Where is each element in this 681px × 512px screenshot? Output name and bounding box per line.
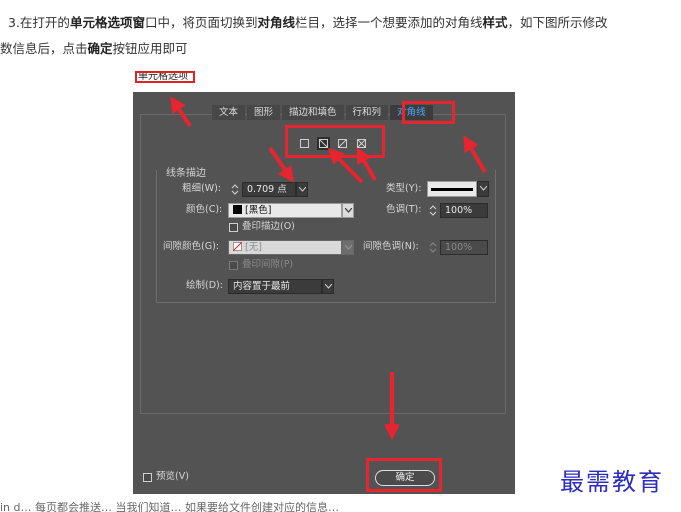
type-select[interactable] <box>427 181 477 197</box>
dialog-footer: 预览(V) 确定 <box>133 452 515 494</box>
bold-text: 对角线 <box>257 15 295 30</box>
tint-stepper[interactable] <box>427 203 439 218</box>
tab-text[interactable]: 文本 <box>212 105 246 120</box>
color-dropdown[interactable] <box>342 203 354 218</box>
weight-input[interactable]: 0.709 点 <box>242 182 296 197</box>
diagonal-style-row <box>285 125 385 158</box>
text: 栏目，选择一个想要添加的对角线 <box>294 15 483 30</box>
text: ，如下图所示修改 <box>507 15 608 30</box>
overprint-gap-label: 叠印间隙(P) <box>242 259 294 270</box>
gap-tint-stepper[interactable] <box>427 240 439 255</box>
weight-stepper[interactable] <box>229 182 241 197</box>
color-value: [黑色] <box>245 205 272 216</box>
no-diagonal-button[interactable] <box>298 137 311 150</box>
diagonal-cross-icon <box>357 139 366 148</box>
text: 口中，将页面切换到 <box>144 15 258 30</box>
diagonal-cross-button[interactable] <box>355 137 368 150</box>
ok-highlight-box: 确定 <box>366 458 442 492</box>
text: 数信息后，点击 <box>0 41 88 56</box>
color-label: 颜色(C): <box>186 204 223 215</box>
chevron-down-icon <box>345 208 352 213</box>
tab-graphic[interactable]: 图形 <box>247 105 281 120</box>
gap-color-dropdown[interactable] <box>342 240 354 255</box>
gap-color-select[interactable]: [无] <box>228 240 342 255</box>
color-select[interactable]: [黑色] <box>228 203 342 218</box>
gap-tint-label: 间隙色调(N): <box>363 241 419 252</box>
ok-button[interactable]: 确定 <box>375 470 435 486</box>
preview-checkbox[interactable] <box>143 473 152 482</box>
article-footer: in d… 每页都会推送… 当我们知道… 如果要给文件创建对应的信息… <box>0 501 339 512</box>
text: 按钮应用即可 <box>112 41 188 56</box>
tab-highlight-box <box>402 101 455 124</box>
diagonal-bl-tr-button[interactable] <box>336 137 349 150</box>
type-label: 类型(Y): <box>386 183 422 194</box>
group-title: 线条描边 <box>166 168 206 179</box>
no-diagonal-icon <box>300 139 309 148</box>
overprint-stroke-label: 叠印描边(O) <box>242 221 295 232</box>
solid-line-swatch <box>431 188 473 191</box>
article-paragraph-1: 3.在打开的单元格选项窗口中，将页面切换到对角线栏目，选择一个想要添加的对角线样… <box>0 10 681 36</box>
watermark: 最需教育 <box>560 468 664 496</box>
weight-label: 粗细(W): <box>182 183 222 194</box>
tab-stroke-fill[interactable]: 描边和填色 <box>282 105 344 120</box>
tint-input[interactable]: 100% <box>440 203 488 218</box>
bold-text: 确定 <box>87 41 113 56</box>
cell-options-dialog: 文本 图形 描边和填色 行和列 对角线 线条描边 粗细(W): 0.709 点 … <box>133 92 515 494</box>
tab-rows-columns[interactable]: 行和列 <box>345 105 389 120</box>
stepper-arrows-icon <box>231 184 239 195</box>
stepper-arrows-icon <box>429 242 437 253</box>
diagonal-bl-tr-icon <box>338 139 347 148</box>
draw-label: 绘制(D): <box>186 280 223 291</box>
bold-text: 单元格选项窗 <box>69 15 145 30</box>
tint-label: 色调(T): <box>386 204 422 215</box>
preview-label: 预览(V) <box>156 471 189 482</box>
text: 3.在打开的 <box>8 15 70 30</box>
gap-tint-input[interactable]: 100% <box>440 240 488 255</box>
weight-dropdown[interactable] <box>296 182 308 197</box>
type-dropdown[interactable] <box>477 181 489 197</box>
article-text: 3.在打开的单元格选项窗口中，将页面切换到对角线栏目，选择一个想要添加的对角线样… <box>0 10 681 62</box>
dialog-title: 单元格选项 <box>135 71 195 83</box>
article-paragraph-2: 数信息后，点击确定按钮应用即可 <box>0 36 681 62</box>
diagonal-tl-br-button[interactable] <box>317 137 330 150</box>
diagonal-tl-br-icon <box>319 139 328 148</box>
chevron-down-icon <box>325 284 332 289</box>
overprint-gap-checkbox[interactable] <box>229 261 238 270</box>
gap-color-label: 间隙颜色(G): <box>163 241 219 252</box>
chevron-down-icon <box>345 245 352 250</box>
overprint-stroke-checkbox[interactable] <box>229 223 238 232</box>
stepper-arrows-icon <box>429 205 437 216</box>
gap-color-value: [无] <box>245 242 262 253</box>
bold-text: 样式 <box>482 15 508 30</box>
black-swatch <box>233 205 242 214</box>
draw-dropdown[interactable] <box>322 279 334 294</box>
none-swatch-icon <box>233 242 242 251</box>
chevron-down-icon <box>480 186 487 191</box>
draw-select[interactable]: 内容置于最前 <box>228 279 322 294</box>
chevron-down-icon <box>299 187 306 192</box>
